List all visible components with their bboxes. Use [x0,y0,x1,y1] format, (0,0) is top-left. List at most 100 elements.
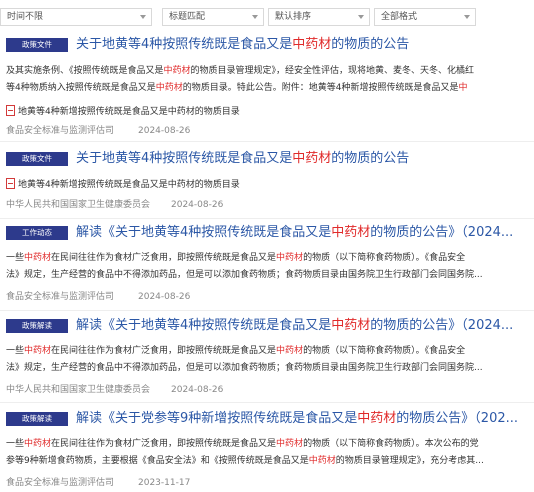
result-snippet: 及其实施条例、《按照传统既是食品又是中药材的物质目录管理规定》，经安全性评估，现… [6,63,506,99]
result-item: 政策文件 关于地黄等4种按照传统既是食品又是中药材的物质的公告 地黄等4种新增按… [0,150,534,212]
result-source: 中华人民共和国国家卫生健康委员会 [6,385,151,395]
result-snippet: 一些中药材在民间往往作为食材广泛食用，即按照传统既是食品又是中药材的物质（以下简… [6,250,506,286]
result-title-row: 政策解读 解读《关于党参等9种新增按照传统既是食品又是中药材的物质公告》（202… [6,410,534,428]
result-badge: 政策文件 [6,38,68,52]
snippet-highlight: 中药材 [308,456,336,466]
snippet-text: 参等9种新增食药物质，主要根据《食品安全法》和《按照传统既是食品又是 [6,456,309,466]
title-text: 的物质公告》（202... [396,411,519,426]
match-filter-value: 标题匹配 [169,12,206,22]
result-date: 2023-11-17 [138,478,191,488]
divider [0,310,534,311]
result-badge: 政策文件 [6,152,68,166]
title-text: 关于地黄等4种按照传统既是食品又是 [76,151,293,166]
snippet-text: 一些 [6,346,25,356]
snippet-text: 在民间往往作为食材广泛食用，即按照传统既是食品又是 [51,253,277,263]
format-filter-select[interactable]: 全部格式 [374,8,476,26]
time-filter-select[interactable]: 时间不限 [0,8,152,26]
title-text: 的物质的公告》（2024... [370,318,514,333]
snippet-text: 在民间往往作为食材广泛食用，即按照传统既是食品又是 [51,346,277,356]
result-item: 政策文件 关于地黄等4种按照传统既是食品又是中药材的物质的公告 及其实施条例、《… [0,36,534,136]
attachment-label: 地黄等4种新增按照传统既是食品又是中药材的物质目录 [18,180,240,190]
result-title-link[interactable]: 关于地黄等4种按照传统既是食品又是中药材的物质的公告 [76,150,409,168]
snippet-highlight: 中药材 [24,253,52,263]
result-date: 2024-08-26 [138,126,191,136]
result-meta: 食品安全标准与监测评估司 2024-08-26 [6,124,190,138]
result-source: 食品安全标准与监测评估司 [6,126,115,136]
result-meta: 中华人民共和国国家卫生健康委员会 2024-08-26 [6,198,223,212]
snippet-highlight: 中 [458,83,468,93]
result-source: 食品安全标准与监测评估司 [6,292,115,302]
result-snippet: 一些中药材在民间往往作为食材广泛食用，即按照传统既是食品又是中药材的物质（以下简… [6,343,506,379]
pdf-file-icon [6,178,15,189]
snippet-text: 法》规定，生产经营的食品中不得添加药品，但是可以添加食药物质；食药物质目录由国务… [6,270,483,280]
snippet-highlight: 中药材 [24,439,52,449]
result-badge: 工作动态 [6,226,68,240]
snippet-text: 等4种物质纳入按照传统既是食品又是 [6,83,156,93]
format-filter-value: 全部格式 [381,12,418,22]
title-highlight: 中药材 [331,318,371,333]
snippet-highlight: 中药材 [163,66,191,76]
chevron-down-icon [140,15,146,19]
snippet-text: 的物质目录。特此公告。附件：地黄等4种新增按照传统既是食品又是 [182,83,459,93]
filter-bar: 时间不限 标题匹配 默认排序 全部格式 [0,8,534,28]
snippet-highlight: 中药材 [155,83,183,93]
divider [0,402,534,403]
result-date: 2024-08-26 [171,200,224,210]
snippet-text: 法》规定，生产经营的食品中不得添加药品，但是可以添加食药物质；食药物质目录由国务… [6,363,483,373]
result-date: 2024-08-26 [171,385,224,395]
snippet-text: 的物质（以下简称食药物质）。《食品安全 [303,346,466,356]
result-source: 食品安全标准与监测评估司 [6,478,115,488]
snippet-text: 的物质目录管理规定》，经安全性评估，现将地黄、麦冬、天冬、化橘红 [190,66,475,76]
result-meta: 食品安全标准与监测评估司 2023-11-17 [6,476,190,490]
sort-select[interactable]: 默认排序 [268,8,370,26]
result-title-row: 政策文件 关于地黄等4种按照传统既是食品又是中药材的物质的公告 [6,150,534,168]
result-badge: 政策解读 [6,319,68,333]
snippet-text: 在民间往往作为食材广泛食用，即按照传统既是食品又是 [51,439,277,449]
title-highlight: 中药材 [331,225,371,240]
title-text: 的物质的公告 [331,151,410,166]
pdf-file-icon [6,105,15,116]
title-text: 解读《关于地黄等4种按照传统既是食品又是 [76,225,332,240]
result-title-row: 工作动态 解读《关于地黄等4种按照传统既是食品又是中药材的物质的公告》（2024… [6,224,534,242]
result-item: 工作动态 解读《关于地黄等4种按照传统既是食品又是中药材的物质的公告》（2024… [0,224,534,304]
divider [0,141,534,142]
result-meta: 中华人民共和国国家卫生健康委员会 2024-08-26 [6,383,223,397]
result-source: 中华人民共和国国家卫生健康委员会 [6,200,151,210]
result-badge: 政策解读 [6,412,68,426]
snippet-highlight: 中药材 [276,253,304,263]
title-text: 的物质的公告 [331,37,410,52]
chevron-down-icon [464,15,470,19]
divider [0,218,534,219]
snippet-text: 的物质（以下简称食药物质）。《食品安全 [303,253,466,263]
chevron-down-icon [252,15,258,19]
snippet-highlight: 中药材 [24,346,52,356]
result-date: 2024-08-26 [138,292,191,302]
time-filter-value: 时间不限 [7,12,44,22]
snippet-text: 一些 [6,253,25,263]
result-title-link[interactable]: 解读《关于党参等9种新增按照传统既是食品又是中药材的物质公告》（202... [76,410,518,428]
snippet-highlight: 中药材 [276,346,304,356]
attachment-link[interactable]: 地黄等4种新增按照传统既是食品又是中药材的物质目录 [6,105,240,119]
result-item: 政策解读 解读《关于地黄等4种按照传统既是食品又是中药材的物质的公告》（2024… [0,317,534,397]
title-text: 的物质的公告》（2024... [370,225,514,240]
result-title-link[interactable]: 关于地黄等4种按照传统既是食品又是中药材的物质的公告 [76,36,409,54]
result-title-link[interactable]: 解读《关于地黄等4种按照传统既是食品又是中药材的物质的公告》（2024... [76,224,513,242]
snippet-highlight: 中药材 [276,439,304,449]
snippet-text: 及其实施条例、《按照传统既是食品又是 [6,66,164,76]
result-title-link[interactable]: 解读《关于地黄等4种按照传统既是食品又是中药材的物质的公告》（2024... [76,317,513,335]
result-item: 政策解读 解读《关于党参等9种新增按照传统既是食品又是中药材的物质公告》（202… [0,410,534,492]
result-snippet: 一些中药材在民间往往作为食材广泛食用，即按照传统既是食品又是中药材的物质（以下简… [6,436,506,472]
title-highlight: 中药材 [292,37,332,52]
title-text: 解读《关于党参等9种新增按照传统既是食品又是 [76,411,358,426]
title-text: 解读《关于地黄等4种按照传统既是食品又是 [76,318,332,333]
title-highlight: 中药材 [292,151,332,166]
result-title-row: 政策文件 关于地黄等4种按照传统既是食品又是中药材的物质的公告 [6,36,534,54]
match-filter-select[interactable]: 标题匹配 [162,8,264,26]
title-highlight: 中药材 [357,411,397,426]
snippet-text: 一些 [6,439,25,449]
attachment-link[interactable]: 地黄等4种新增按照传统既是食品又是中药材的物质目录 [6,178,240,192]
sort-value: 默认排序 [275,12,312,22]
snippet-text: 的物质（以下简称食药物质）。本次公布的党 [303,439,479,449]
result-meta: 食品安全标准与监测评估司 2024-08-26 [6,290,190,304]
chevron-down-icon [358,15,364,19]
